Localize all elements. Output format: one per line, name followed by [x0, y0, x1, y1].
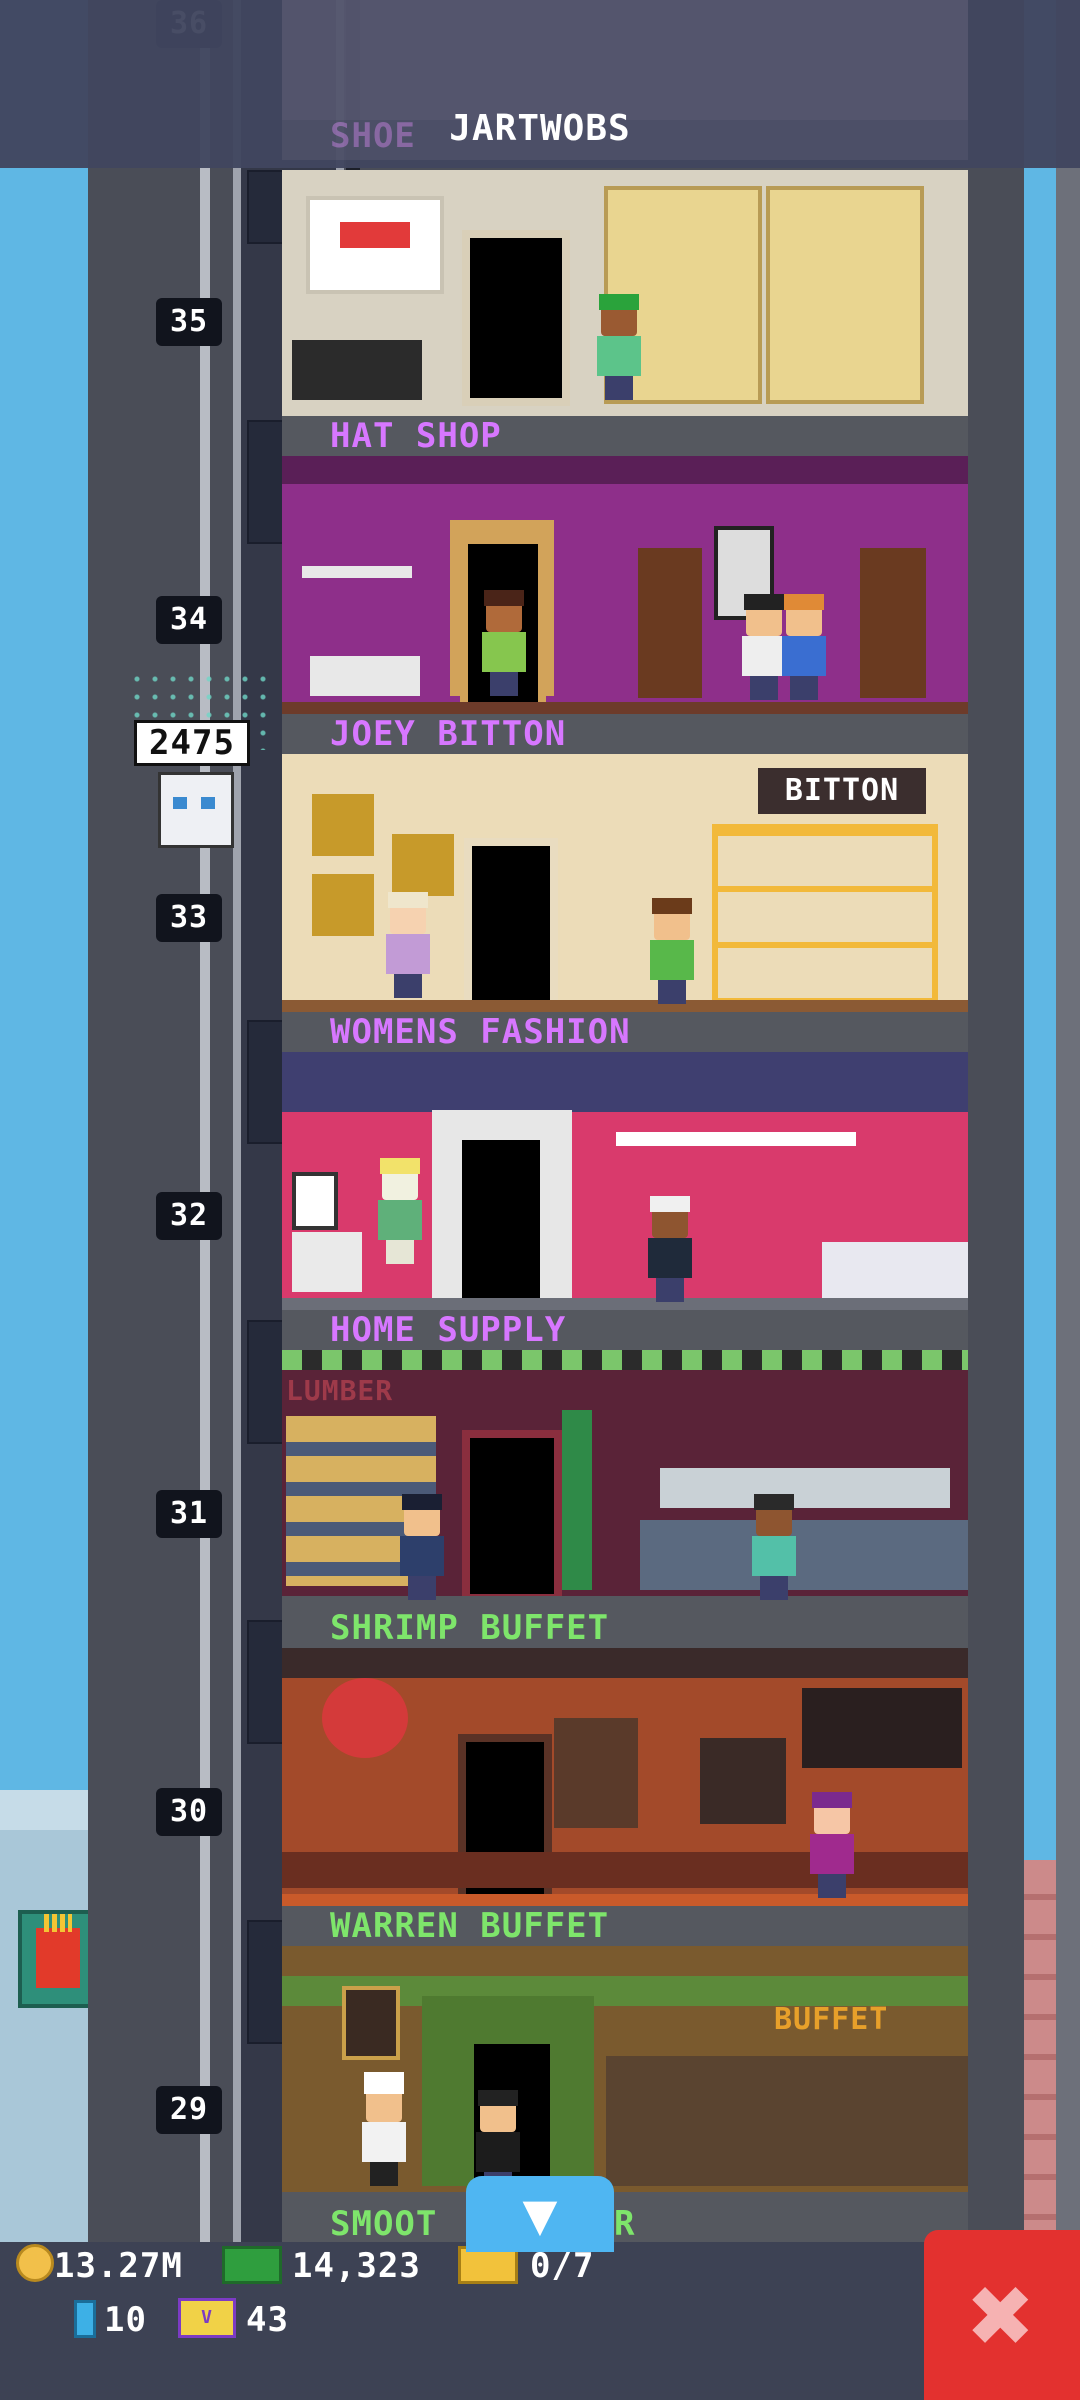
tower-right-wall: [1056, 0, 1080, 2242]
scroll-down-button[interactable]: ▼: [466, 2176, 614, 2252]
bitizen[interactable]: [782, 594, 826, 700]
bitizen[interactable]: [386, 892, 430, 998]
close-icon: ✖: [968, 2251, 1036, 2379]
floor-number: 32: [156, 1192, 222, 1240]
billboard-fries: [18, 1910, 98, 2008]
bitizen[interactable]: [648, 1196, 692, 1302]
background-building-left: [0, 1790, 90, 2310]
floor-35-shoe-shop[interactable]: [282, 170, 968, 430]
shop-sign: LUMBER: [286, 1374, 394, 1407]
bottom-hud: 13.27M 14,323 0/7 10 V 43: [0, 2242, 1080, 2400]
bitizen[interactable]: [400, 1494, 444, 1600]
elevator-operator-robot: [158, 772, 234, 848]
floor-name-label: JOEY BITTON: [330, 714, 567, 754]
floor-name-label: WARREN BUFFET: [330, 1906, 610, 1946]
bux-icon: [222, 2246, 282, 2284]
tower-name[interactable]: JARTWOBS: [0, 108, 1080, 149]
floor-31-home-supply[interactable]: LUMBER: [282, 1350, 968, 1610]
bitizen[interactable]: [650, 898, 694, 1004]
floor-name-label: WOMENS FASHION: [330, 1012, 631, 1052]
close-button[interactable]: ✖: [924, 2230, 1080, 2400]
floor-name-label: SMOOT: [330, 2204, 438, 2244]
bitizen[interactable]: [482, 590, 526, 696]
floor-33-bitton[interactable]: BITTON: [282, 754, 968, 1014]
bitizen-icon: [74, 2300, 96, 2338]
tickets-value: 0/7: [530, 2246, 595, 2286]
floor-name-label: HOME SUPPLY: [330, 1310, 567, 1350]
bitizen[interactable]: [742, 594, 786, 700]
bitizen[interactable]: [597, 294, 641, 400]
elevator-passenger-count: 2475: [134, 720, 250, 766]
floor-number: 31: [156, 1490, 222, 1538]
floor-30-shrimp-buffet[interactable]: [282, 1648, 968, 1908]
bitizen-chef[interactable]: [362, 2072, 406, 2186]
floor-32-womens-fashion[interactable]: [282, 1052, 968, 1312]
shop-sign: BITTON: [758, 768, 926, 814]
floor-34-hat-shop[interactable]: [282, 456, 968, 716]
bitizens-value: 10: [104, 2300, 147, 2340]
floor-name-label: SHRIMP BUFFET: [330, 1608, 610, 1648]
shop-sign: BUFFET: [774, 2002, 889, 2037]
floor-number: 33: [156, 894, 222, 942]
floor-number: 30: [156, 1788, 222, 1836]
bux-value: 14,323: [292, 2246, 421, 2286]
bitizen[interactable]: [752, 1494, 796, 1600]
floor-29-warren-buffet[interactable]: BUFFET: [282, 1946, 968, 2206]
mannequin: [378, 1158, 422, 1264]
floor-number: 35: [156, 298, 222, 346]
coins-value: 13.27M: [54, 2246, 183, 2286]
elevator-car[interactable]: 2475: [128, 670, 278, 860]
floor-name-label-tail: R: [614, 2204, 636, 2244]
vip-value: 43: [246, 2300, 289, 2340]
floor-number: 34: [156, 596, 222, 644]
floor-number: 29: [156, 2086, 222, 2134]
bitizen[interactable]: [810, 1792, 854, 1898]
fries-icon: [36, 1914, 80, 1988]
vip-icon: V: [178, 2298, 236, 2338]
floor-name-label: HAT SHOP: [330, 416, 502, 456]
down-arrow-icon: ▼: [522, 2180, 558, 2248]
coin-icon: [16, 2244, 54, 2282]
